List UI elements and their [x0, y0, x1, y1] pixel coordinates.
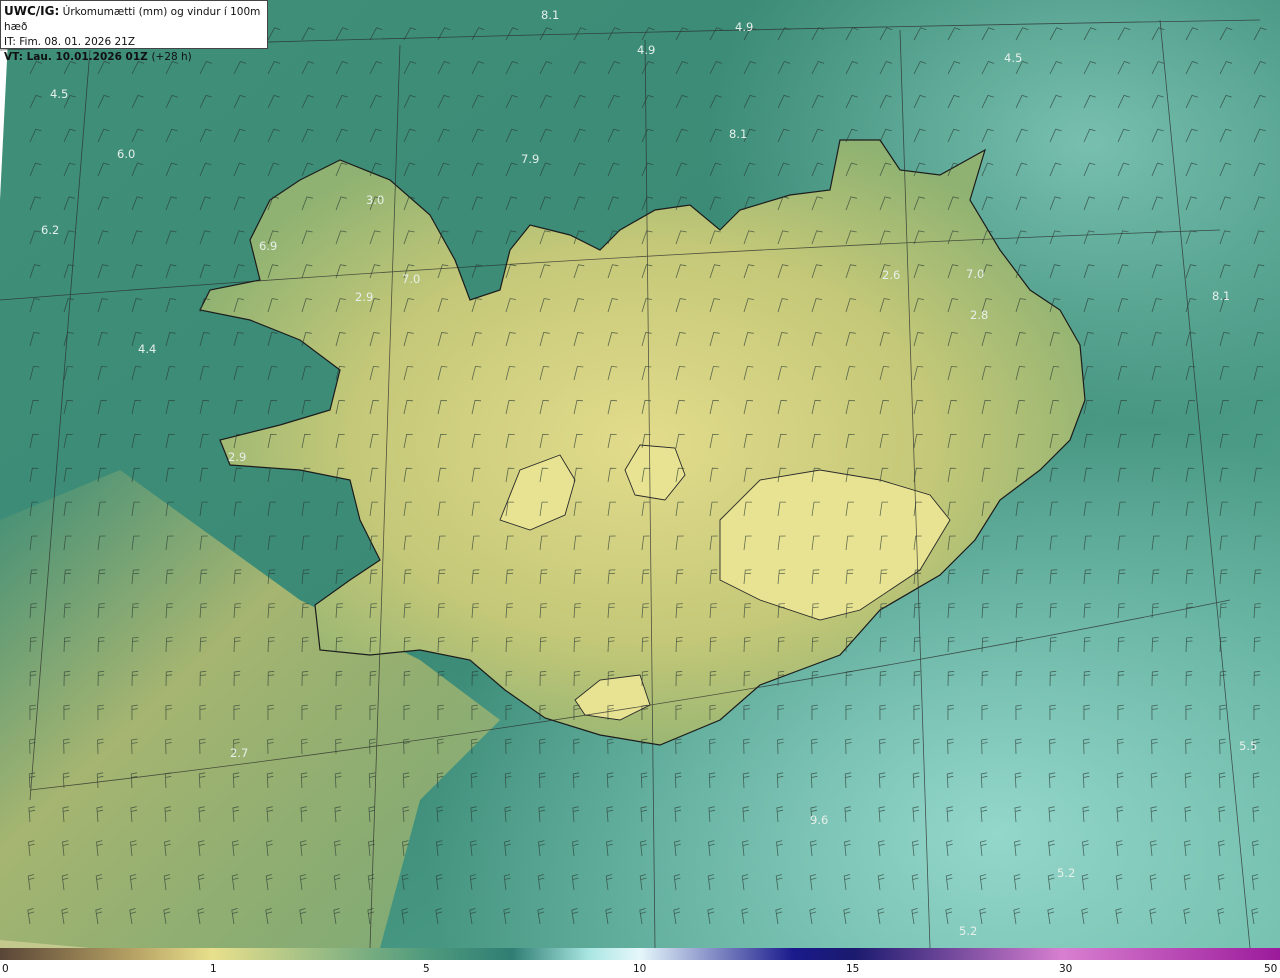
- issue-time-line: IT: Fim. 08. 01. 2026 21Z: [4, 35, 264, 50]
- colorbar-tick: 1: [210, 963, 217, 975]
- lead-time: (+28 h): [151, 51, 192, 63]
- map-value: 2.6: [882, 268, 900, 282]
- colorbar-tick: 5: [423, 963, 430, 975]
- map-value: 8.1: [1212, 289, 1230, 303]
- map-value: 5.2: [959, 924, 977, 938]
- colorbar-tick: 50: [1264, 963, 1278, 975]
- map-value: 7.9: [521, 152, 539, 166]
- map-value: 8.1: [541, 8, 559, 22]
- map-value: 6.0: [117, 147, 135, 161]
- model-code: UWC/IG:: [4, 4, 60, 18]
- map-value: 4.4: [138, 342, 156, 356]
- map-value: 4.9: [637, 43, 655, 57]
- map-info-box: UWC/IG: Úrkomumætti (mm) og vindur í 100…: [0, 0, 268, 63]
- valid-time-line: VT: Lau. 10.01.2026 01Z (+28 h): [4, 50, 264, 65]
- map-value: 2.8: [970, 308, 988, 322]
- map-value: 8.1: [729, 127, 747, 141]
- issue-prefix: IT:: [4, 36, 16, 48]
- map-value: 9.6: [810, 813, 828, 827]
- colorbar-tick-labels: 0 1 5 10 15 30 50: [0, 962, 1280, 978]
- map-value: 2.9: [355, 290, 373, 304]
- map-value: 2.9: [228, 450, 246, 464]
- map-value: 5.5: [1239, 739, 1257, 753]
- map-value: 4.5: [50, 87, 68, 101]
- map-value: 5.2: [1057, 866, 1075, 880]
- map-value: 7.0: [966, 267, 984, 281]
- colorbar-tick: 10: [633, 963, 647, 975]
- map-value: 4.9: [735, 20, 753, 34]
- valid-time: Lau. 10.01.2026 01Z: [26, 51, 148, 63]
- issue-time: Fim. 08. 01. 2026 21Z: [19, 36, 136, 48]
- map-value: 6.9: [259, 239, 277, 253]
- colorbar: [0, 948, 1280, 960]
- colorbar-tick: 30: [1059, 963, 1073, 975]
- map-value: 4.5: [1004, 51, 1022, 65]
- title-line: UWC/IG: Úrkomumætti (mm) og vindur í 100…: [4, 4, 264, 35]
- map-value: 2.7: [230, 746, 248, 760]
- colorbar-tick: 15: [846, 963, 860, 975]
- valid-prefix: VT:: [4, 51, 23, 63]
- weather-map: 8.1 4.9 4.9 4.5 4.5 6.0 8.1 7.9 6.2 3.0 …: [0, 0, 1280, 948]
- map-value: 7.0: [402, 272, 420, 286]
- colorbar-tick: 0: [2, 963, 9, 975]
- map-value: 6.2: [41, 223, 59, 237]
- map-value: 3.0: [366, 193, 384, 207]
